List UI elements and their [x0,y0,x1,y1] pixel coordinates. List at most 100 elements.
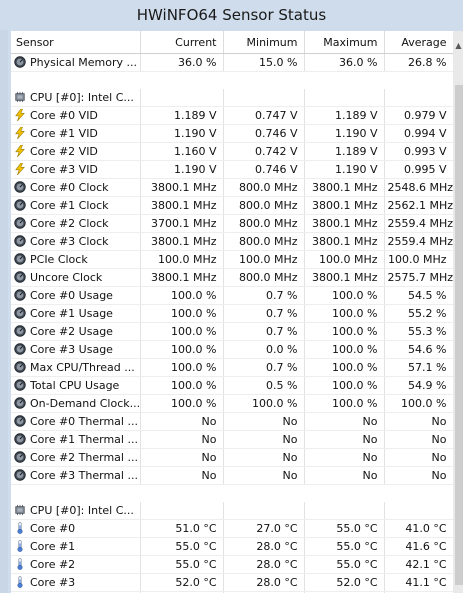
average-value-cell [384,89,453,107]
table-row[interactable]: Core #0 Usage 100.0 % 0.7 % 100.0 % 54.5 % [11,286,453,305]
table-row[interactable]: Core #2 Clock 3700.1 MHz 800.0 MHz 3800.1 M… [11,214,453,233]
column-header-maximum[interactable]: Maximum [304,31,385,54]
maximum-value-cell: 100.0 MHz [304,250,385,269]
table-row[interactable]: Core #0 51.0 °C 27.0 °C 55.0 °C 41.0 °C [11,519,453,538]
column-header-sensor[interactable]: Sensor [11,31,141,54]
sensor-label: Core #1 VID [30,127,98,140]
maximum-value-cell: 100.0 % [304,340,385,359]
table-row[interactable]: Core #1 VID 1.190 V 0.746 V 1.190 V 0.994 V [11,124,453,143]
gauge-icon [14,451,30,464]
maximum-value-cell: 1.190 V [304,124,385,143]
table-row[interactable]: Core #0 Thermal ... No No No No [11,412,453,431]
current-value-cell: 1.160 V [140,142,224,161]
average-value-cell: 54.5 % [384,286,453,305]
scroll-thumb[interactable] [455,85,463,585]
table-row[interactable]: Core #3 VID 1.190 V 0.746 V 1.190 V 0.995 V [11,160,453,179]
sensor-label: Core #2 Clock [30,217,109,230]
sensor-name-cell: CPU [#0]: Intel C... [11,89,141,107]
current-value-cell: 55.0 °C [140,537,224,556]
sensor-name-cell: Core #0 Thermal ... [11,412,141,431]
table-row[interactable]: Core #0 Clock 3800.1 MHz 800.0 MHz 3800.1 M… [11,178,453,197]
current-value-cell: No [140,430,224,449]
table-row[interactable]: CPU [#0]: Intel C... [11,502,453,520]
voltage-icon [14,145,30,158]
maximum-value-cell: 100.0 % [304,304,385,323]
scroll-up-arrow-icon[interactable]: ▲ [454,36,463,56]
sensor-name-cell: Core #1 Thermal ... [11,430,141,449]
average-value-cell: 26.8 % [384,53,453,72]
average-value-cell: 0.993 V [384,142,453,161]
sensor-label: Uncore Clock [30,271,103,284]
average-value-cell: 42.1 °C [384,555,453,574]
gauge-icon [14,325,30,338]
table-row[interactable]: Core #1 Thermal ... No No No No [11,430,453,449]
maximum-value-cell: 55.0 °C [304,519,385,538]
table-row[interactable]: Core #2 55.0 °C 28.0 °C 55.0 °C 42.1 °C [11,555,453,574]
current-value-cell: 36.0 % [140,53,224,72]
thermometer-icon [14,540,30,553]
table-row[interactable]: Uncore Clock 3800.1 MHz 800.0 MHz 3800.1 MH… [11,268,453,287]
current-value-cell: 51.0 °C [140,519,224,538]
average-value-cell: 100.0 MHz [384,250,453,269]
table-row[interactable]: CPU [#0]: Intel C... [11,89,453,107]
gauge-icon [14,343,30,356]
table-row[interactable]: Core #2 VID 1.160 V 0.742 V 1.189 V 0.993 V [11,142,453,161]
maximum-value-cell: 55.0 °C [304,537,385,556]
table-row[interactable]: Max CPU/Thread ... 100.0 % 0.7 % 100.0 % 57.… [11,358,453,377]
sensor-label: Core #3 VID [30,163,98,176]
table-row-spacer [11,485,453,503]
minimum-value-cell: No [223,430,305,449]
table-row[interactable]: Core #1 Usage 100.0 % 0.7 % 100.0 % 55.2 % [11,304,453,323]
average-value-cell: 2562.1 MHz [384,196,453,215]
minimum-value-cell: 0.7 % [223,358,305,377]
table-row[interactable]: Core #3 52.0 °C 28.0 °C 52.0 °C 41.1 °C [11,573,453,592]
maximum-value-cell [304,502,385,520]
maximum-value-cell: 100.0 % [304,376,385,395]
minimum-value-cell [223,89,305,107]
table-row[interactable]: Core #2 Usage 100.0 % 0.7 % 100.0 % 55.3 % [11,322,453,341]
table-row[interactable]: Core #0 VID 1.189 V 0.747 V 1.189 V 0.979 V [11,106,453,125]
sensor-name-cell: Core #3 [11,573,141,592]
current-value-cell: 55.0 °C [140,555,224,574]
minimum-value-cell: 0.0 % [223,340,305,359]
sensor-label: Core #1 Usage [30,307,113,320]
table-row[interactable]: On-Demand Clock... 100.0 % 100.0 % 100.0 % 1… [11,394,453,413]
table-row[interactable]: Core #3 Usage 100.0 % 0.0 % 100.0 % 54.6 % [11,340,453,359]
maximum-value-cell: 100.0 % [304,394,385,413]
current-value-cell: 100.0 % [140,394,224,413]
maximum-value-cell: No [304,430,385,449]
minimum-value-cell: 0.7 % [223,286,305,305]
table-header-row: Sensor Current Minimum Maximum Average [11,31,453,54]
gauge-icon [14,397,30,410]
table-row[interactable]: Total CPU Usage 100.0 % 0.5 % 100.0 % 54.9 % [11,376,453,395]
table-row[interactable]: Core #2 Thermal ... No No No No [11,448,453,467]
sensor-name-cell: Core #1 [11,537,141,556]
minimum-value-cell: No [223,412,305,431]
sensor-name-cell: Core #1 Clock [11,196,141,215]
average-value-cell: No [384,448,453,467]
sensor-name-cell: Core #2 Clock [11,214,141,233]
average-value-cell: 0.995 V [384,160,453,179]
column-header-average[interactable]: Average [384,31,453,54]
voltage-icon [14,127,30,140]
column-header-minimum[interactable]: Minimum [223,31,305,54]
sensor-label: Max CPU/Thread ... [30,361,135,374]
current-value-cell: 1.189 V [140,106,224,125]
column-header-current[interactable]: Current [140,31,224,54]
thermometer-icon [14,522,30,535]
table-row[interactable]: Core #3 Thermal ... No No No No [11,466,453,485]
sensor-label: Physical Memory ... [30,56,137,69]
table-row[interactable]: Core #1 55.0 °C 28.0 °C 55.0 °C 41.6 °C [11,537,453,556]
table-row[interactable]: Physical Memory ... 36.0 % 15.0 % 36.0 % 26.… [11,53,453,72]
table-row[interactable]: PCIe Clock 100.0 MHz 100.0 MHz 100.0 MHz 100… [11,250,453,269]
maximum-value-cell: 3800.1 MHz [304,232,385,251]
table-row[interactable]: Core #1 Clock 3800.1 MHz 800.0 MHz 3800.1 M… [11,196,453,215]
current-value-cell: 3800.1 MHz [140,232,224,251]
table-row[interactable]: Core #3 Clock 3800.1 MHz 800.0 MHz 3800.1 M… [11,232,453,251]
average-value-cell: 2559.4 MHz [384,232,453,251]
gauge-icon [14,379,30,392]
sensor-label: Core #3 [30,576,76,589]
sensor-name-cell: Core #2 Usage [11,322,141,341]
current-value-cell: No [140,466,224,485]
current-value-cell: 3800.1 MHz [140,268,224,287]
